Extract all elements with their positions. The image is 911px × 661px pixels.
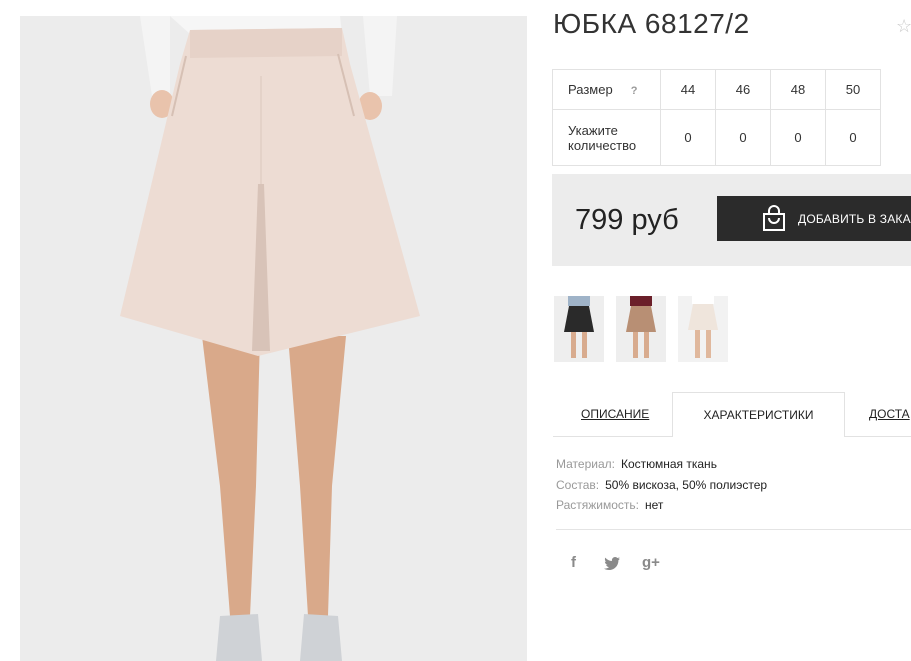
google-plus-icon[interactable]: g+: [642, 554, 660, 571]
quantity-label-line2: количество: [568, 137, 637, 153]
quantity-input-44[interactable]: 0: [660, 109, 716, 166]
product-tabs: ОПИСАНИЕ ХАРАКТЕРИСТИКИ ДОСТА: [553, 392, 911, 437]
price: 799 руб: [575, 204, 679, 236]
tab-description[interactable]: ОПИСАНИЕ: [581, 392, 649, 436]
tab-delivery[interactable]: ДОСТА: [869, 392, 910, 436]
size-label: Размер: [568, 82, 613, 97]
quantity-label-line1: Укажите: [568, 122, 618, 138]
size-50: 50: [825, 69, 881, 110]
star-outline-icon[interactable]: ☆: [896, 16, 911, 37]
spec-key: Состав:: [556, 477, 600, 492]
size-48: 48: [770, 69, 826, 110]
size-44: 44: [660, 69, 716, 110]
skirt-illustration: [20, 16, 527, 661]
add-to-cart-button[interactable]: ДОБАВИТЬ В ЗАКА: [717, 196, 911, 241]
spec-value: 50% вискоза, 50% полиэстер: [605, 477, 768, 492]
add-to-cart-label: ДОБАВИТЬ В ЗАКА: [798, 212, 911, 226]
spec-stretch: Растяжимость: нет: [556, 495, 767, 516]
product-title: ЮБКА 68127/2: [553, 8, 750, 39]
twitter-icon[interactable]: [604, 557, 620, 574]
quantity-label-cell: Укажите количество: [552, 109, 661, 166]
spec-material: Материал: Костюмная ткань: [556, 454, 767, 475]
spec-value: Костюмная ткань: [620, 457, 717, 471]
quantity-input-48[interactable]: 0: [770, 109, 826, 166]
size-header-cell: Размер?: [552, 69, 661, 110]
facebook-icon[interactable]: f: [571, 554, 576, 571]
size-table: Размер? 44 46 48 50 Укажите количество 0…: [552, 69, 881, 166]
price-box: 799 руб ДОБАВИТЬ В ЗАКА: [552, 174, 911, 266]
spec-key: Материал:: [556, 457, 615, 471]
tab-characteristics[interactable]: ХАРАКТЕРИСТИКИ: [672, 392, 845, 437]
thumb-cream-skirt[interactable]: [678, 296, 728, 362]
google-plus-text: g+: [642, 554, 660, 571]
quantity-input-46[interactable]: 0: [715, 109, 771, 166]
main-product-image[interactable]: [20, 16, 527, 661]
quantity-input-50[interactable]: 0: [825, 109, 881, 166]
specs-list: Материал: Костюмная ткань Состав: 50% виск…: [556, 454, 767, 516]
thumb-black-skirt[interactable]: [554, 296, 604, 362]
spec-key: Растяжимость:: [556, 498, 640, 512]
active-tab-gap: [673, 436, 844, 437]
thumb-beige-skirt[interactable]: [616, 296, 666, 362]
spec-composition: Состав: 50% вискоза, 50% полиэстер: [556, 475, 767, 496]
shopping-bag-icon: [760, 205, 788, 236]
help-icon[interactable]: ?: [631, 85, 638, 97]
spec-value: нет: [645, 498, 664, 512]
size-46: 46: [715, 69, 771, 110]
divider: [556, 529, 911, 530]
